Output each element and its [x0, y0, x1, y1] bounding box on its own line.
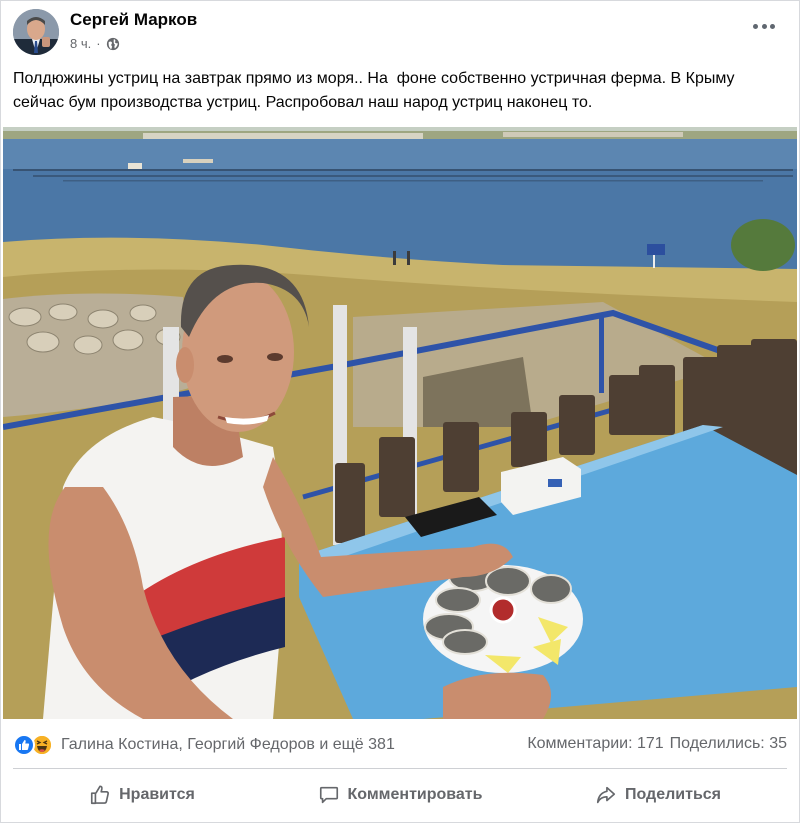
- comment-label: Комментировать: [347, 786, 483, 803]
- avatar[interactable]: [13, 9, 59, 55]
- like-button[interactable]: Нравится: [13, 773, 271, 817]
- post-meta: 8 ч. ·: [70, 36, 120, 51]
- like-label: Нравится: [119, 786, 195, 803]
- divider: [13, 768, 787, 769]
- share-label: Поделиться: [624, 786, 722, 803]
- author-name[interactable]: Сергей Марков: [70, 10, 197, 30]
- reactions-summary[interactable]: Галина Костина, Георгий Федоров и ещё 38…: [13, 731, 395, 759]
- share-button[interactable]: Поделиться: [529, 773, 787, 817]
- globe-icon[interactable]: [106, 37, 120, 51]
- shares-count[interactable]: Поделились: 35: [670, 735, 787, 753]
- post-timestamp[interactable]: 8 ч.: [70, 36, 91, 51]
- share-icon: [596, 786, 616, 804]
- post-text: Полдюжины устриц на завтрак прямо из мор…: [13, 70, 740, 111]
- post-card: Сергей Марков 8 ч. · Полдюжины устриц на…: [0, 0, 800, 823]
- more-options-icon[interactable]: [753, 20, 775, 32]
- action-bar: Нравится Комментировать Поделиться: [13, 773, 787, 817]
- comment-button[interactable]: Комментировать: [271, 773, 529, 817]
- comments-count[interactable]: Комментарии: 171: [527, 735, 663, 753]
- reaction-names[interactable]: Галина Костина, Георгий Федоров и ещё 38…: [61, 736, 395, 754]
- thumbs-up-icon: [91, 785, 110, 805]
- engagement-counts: Комментарии: 171 Поделились: 35: [527, 735, 787, 753]
- comment-icon: [319, 786, 338, 804]
- reaction-icons: [13, 734, 53, 756]
- post-photo[interactable]: [3, 127, 797, 719]
- like-icon: [13, 734, 35, 756]
